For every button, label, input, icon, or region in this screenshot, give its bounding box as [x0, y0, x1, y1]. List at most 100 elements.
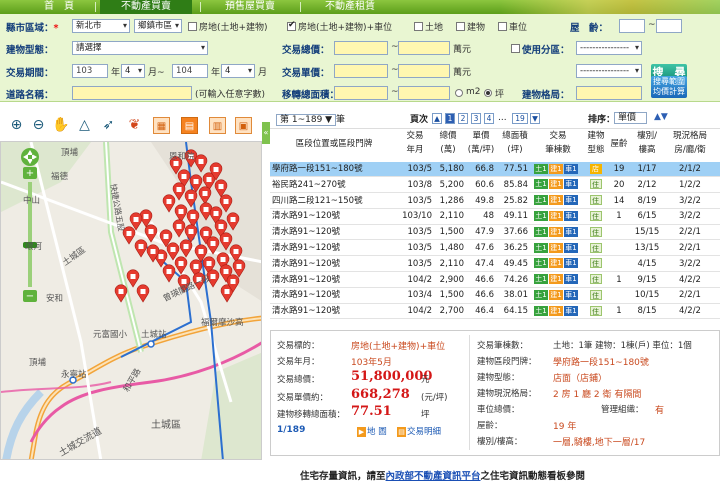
tab-rent[interactable]: 不動產租賃 — [306, 0, 394, 14]
transaction-marker[interactable] — [136, 284, 150, 303]
transaction-marker[interactable] — [219, 194, 233, 213]
county-select[interactable]: 新北市 — [72, 19, 130, 33]
table-row[interactable]: 清水路91~120號 103/5 1,480 47.6 36.25 土1 建1 車1 住 13/1… — [270, 241, 720, 257]
col-area[interactable]: 總面積 (坪) — [498, 129, 532, 157]
collapse-panel-button[interactable]: « — [262, 122, 270, 144]
check-house-land[interactable] — [188, 22, 197, 31]
year-from-input[interactable]: 103 — [72, 64, 108, 78]
table-row[interactable]: 裕民路241~270號 103/8 5,200 60.6 85.84 土1 建1 車1 住 20 2… — [270, 178, 720, 194]
age-from-input[interactable] — [619, 19, 645, 33]
col-layout[interactable]: 現況格局 房/廳/衛 — [664, 129, 716, 157]
grid-icon[interactable]: ▥ — [209, 117, 226, 134]
page-2[interactable]: 2 — [458, 113, 468, 124]
page-1[interactable]: 1 — [445, 113, 455, 124]
pan-icon[interactable]: ✋ — [52, 117, 69, 134]
table-row[interactable]: 清水路91~120號 103/5 1,500 47.9 37.66 土1 建1 車1 住 15/1… — [270, 225, 720, 241]
page-3[interactable]: 3 — [471, 113, 481, 124]
col-unit[interactable]: 單價 (萬/坪) — [464, 129, 498, 157]
building-type-select[interactable]: 請選擇 — [72, 41, 208, 55]
transaction-markers[interactable] — [1, 142, 262, 460]
transaction-marker[interactable] — [144, 224, 158, 243]
tab-home[interactable]: 首 頁 — [30, 0, 88, 14]
transaction-marker[interactable] — [184, 224, 198, 243]
range-select[interactable]: 第 1~189 ▼ — [276, 114, 337, 126]
check-land[interactable] — [414, 22, 423, 31]
district-select[interactable]: 鄉鎮市區 — [134, 19, 182, 33]
check-house-parking[interactable] — [287, 20, 296, 31]
page-4[interactable]: 4 — [484, 113, 494, 124]
footer-link[interactable]: 內政部不動產資訊平台 — [386, 471, 481, 482]
transaction-marker[interactable] — [172, 182, 186, 201]
measure-icon[interactable]: △ — [76, 117, 93, 134]
tab-sale[interactable]: 不動產買賣 — [100, 0, 192, 14]
table-row[interactable]: 清水路91~120號 103/10 2,110 48 49.11 土1 建1 車1 住 1 6/15… — [270, 209, 720, 225]
table-row[interactable]: 四川路二段121~150號 103/5 1,286 49.8 25.82 土1 建1 車1 住 1… — [270, 194, 720, 209]
col-year-month[interactable]: 交易 年月 — [398, 129, 432, 157]
map-view[interactable]: + − 頂埔 中山 福德 快捷公路五股 土城區 安和 環河 恩和院 元富國小 土… — [0, 141, 262, 460]
total-price-from-input[interactable] — [334, 41, 388, 55]
transaction-marker[interactable] — [232, 259, 246, 278]
month-to-select[interactable]: 4 — [221, 64, 255, 78]
transaction-marker[interactable] — [162, 264, 176, 283]
col-deal-count[interactable]: 交易 筆棟數 — [532, 129, 584, 157]
col-floor[interactable]: 樓別/樓高 — [630, 129, 664, 157]
sort-select[interactable]: 單價 — [614, 112, 648, 124]
check-parking[interactable] — [498, 22, 507, 31]
building-icon[interactable]: ▦ — [153, 117, 170, 134]
transaction-marker[interactable] — [174, 204, 188, 223]
road-input[interactable] — [72, 86, 192, 100]
radio-ping[interactable] — [484, 89, 492, 97]
transaction-marker[interactable] — [214, 179, 228, 198]
detail-map-link[interactable]: ▶ 地 圖 — [357, 425, 387, 437]
transaction-marker[interactable] — [226, 212, 240, 231]
transaction-marker[interactable] — [229, 244, 243, 263]
zoom-in-icon[interactable]: ⊕ — [8, 117, 25, 134]
layers-icon[interactable]: ▣ — [235, 117, 252, 134]
transaction-marker[interactable] — [166, 242, 180, 261]
transaction-marker[interactable] — [179, 239, 193, 258]
transaction-marker[interactable] — [134, 239, 148, 258]
check-building[interactable] — [456, 22, 465, 31]
col-total[interactable]: 總價 (萬) — [432, 129, 464, 157]
table-row[interactable]: 清水路91~120號 104/2 2,900 46.6 74.26 土1 建1 車1 住 1 9/1… — [270, 273, 720, 288]
layout-input[interactable] — [576, 86, 642, 100]
transaction-marker[interactable] — [174, 256, 188, 275]
col-address[interactable]: 區段位置或區段門牌 — [270, 137, 398, 152]
page-next-button[interactable]: ▼ — [530, 113, 540, 124]
check-use-zone[interactable] — [511, 44, 520, 53]
unit-price-to-input[interactable] — [398, 64, 450, 78]
use-zone-select-2[interactable]: ---------------- — [576, 64, 642, 78]
area-from-input[interactable] — [334, 86, 388, 100]
transaction-marker[interactable] — [198, 186, 212, 205]
year-to-input[interactable]: 104 — [172, 64, 208, 78]
transaction-marker[interactable] — [194, 154, 208, 173]
transaction-marker[interactable] — [162, 194, 176, 213]
radio-m2[interactable] — [455, 89, 463, 97]
transaction-marker[interactable] — [114, 284, 128, 303]
calc-average-button[interactable]: 搜尋範圍 均價計算 — [651, 76, 687, 98]
table-row[interactable]: 清水路91~120號 103/4 1,500 46.6 38.01 土1 建1 車1 住 10/1… — [270, 288, 720, 304]
table-row[interactable]: 學府路一段151~180號 103/5 5,180 66.8 77.51 土1 建1 車1 店 1… — [270, 162, 720, 178]
table-row[interactable]: 清水路91~120號 104/2 2,700 46.4 64.15 土1 建1 車1 住 1 8/1… — [270, 304, 720, 320]
active-building-icon[interactable]: ▤ — [181, 117, 198, 134]
age-to-input[interactable] — [656, 19, 682, 33]
use-zone-select-1[interactable]: ---------------- — [576, 41, 642, 55]
page-prev-button[interactable]: ▲ — [432, 113, 442, 124]
zoom-out-icon[interactable]: ⊖ — [30, 117, 47, 134]
sort-arrows[interactable]: ▲▼ — [654, 112, 668, 122]
transaction-marker[interactable] — [184, 189, 198, 208]
unit-price-from-input[interactable] — [334, 64, 388, 78]
table-row[interactable]: 清水路91~120號 103/5 2,110 47.4 49.45 土1 建1 車1 住 4/15… — [270, 257, 720, 273]
area-to-input[interactable] — [398, 86, 450, 100]
transaction-marker[interactable] — [186, 209, 200, 228]
col-age[interactable]: 屋齡 — [608, 137, 630, 152]
marker-icon[interactable]: ❦ — [126, 117, 143, 134]
total-price-to-input[interactable] — [398, 41, 450, 55]
detail-transaction-link[interactable]: ▤ 交易明細 — [397, 425, 441, 437]
transaction-marker[interactable] — [126, 269, 140, 288]
col-building-type[interactable]: 建物 型態 — [584, 129, 608, 157]
tab-presale[interactable]: 預售屋買賣 — [206, 0, 294, 14]
page-19[interactable]: 19 — [512, 113, 528, 124]
month-from-select[interactable]: 4 — [121, 64, 145, 78]
measure-area-icon[interactable]: ➶ — [100, 117, 117, 134]
